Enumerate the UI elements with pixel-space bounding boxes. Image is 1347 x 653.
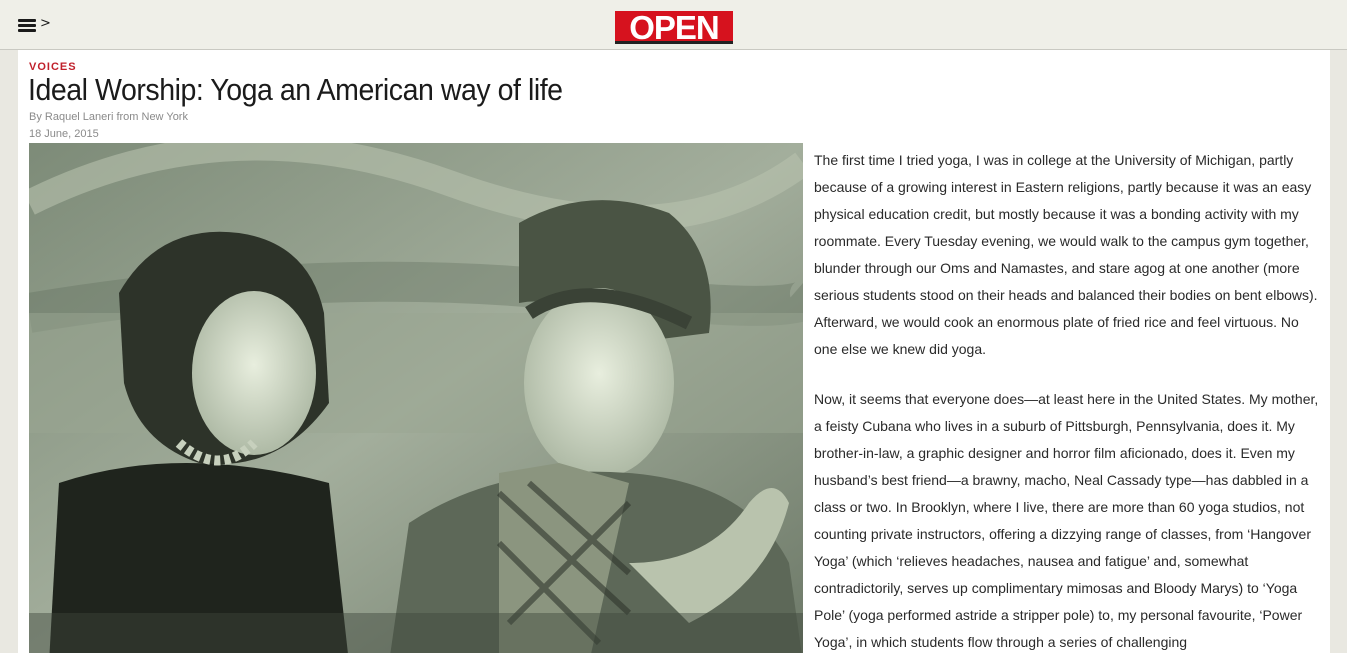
article-photo	[29, 143, 803, 653]
article-container: VOICES Ideal Worship: Yoga an American w…	[18, 50, 1330, 653]
article-paragraph-2: Now, it seems that everyone does—at leas…	[814, 391, 1319, 650]
article-paragraph-1: The first time I tried yoga, I was in co…	[814, 152, 1318, 357]
article-photo-image	[29, 143, 803, 653]
top-bar: > OPEN	[0, 0, 1347, 50]
chevron-right-icon: >	[40, 16, 51, 31]
article-body: The first time I tried yoga, I was in co…	[814, 147, 1322, 653]
menu-button[interactable]: >	[18, 16, 51, 37]
article-date: 18 June, 2015	[29, 128, 99, 140]
article-title: Ideal Worship: Yoga an American way of l…	[28, 72, 563, 107]
article-byline: By Raquel Laneri from New York	[29, 111, 188, 123]
open-logo[interactable]: OPEN	[615, 11, 733, 45]
hamburger-menu-icon	[18, 19, 36, 34]
